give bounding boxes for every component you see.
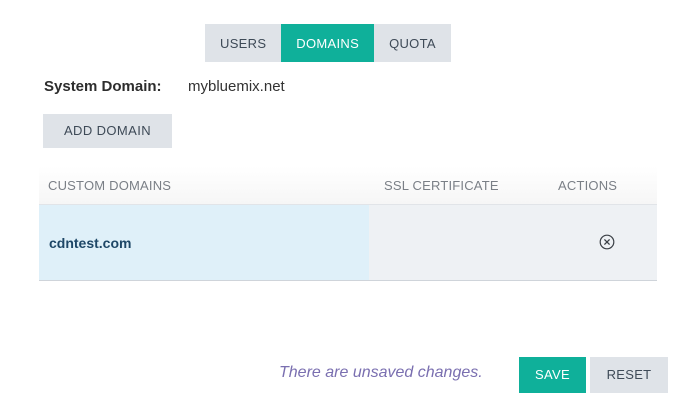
system-domain-label: System Domain:: [44, 78, 162, 95]
save-button[interactable]: SAVE: [519, 357, 586, 393]
tab-users[interactable]: USERS: [205, 24, 282, 62]
remove-circle-icon[interactable]: [599, 234, 615, 250]
tab-bar: USERS DOMAINS QUOTA: [205, 24, 451, 62]
add-domain-button[interactable]: ADD DOMAIN: [43, 114, 172, 148]
actions-cell: [544, 205, 657, 280]
system-domain-row: System Domain: mybluemix.net: [44, 78, 285, 95]
custom-domains-table: CUSTOM DOMAINS SSL CERTIFICATE ACTIONS c…: [39, 166, 657, 281]
column-header-custom-domains: CUSTOM DOMAINS: [48, 177, 172, 193]
tab-domains[interactable]: DOMAINS: [281, 24, 375, 62]
reset-button[interactable]: RESET: [590, 357, 668, 393]
table-row[interactable]: cdntest.com: [39, 205, 657, 281]
domain-name-cell[interactable]: cdntest.com: [39, 205, 369, 280]
table-header: CUSTOM DOMAINS SSL CERTIFICATE ACTIONS: [39, 166, 657, 205]
column-header-actions: ACTIONS: [558, 177, 618, 193]
ssl-certificate-cell: [368, 205, 545, 280]
unsaved-changes-message: There are unsaved changes.: [279, 364, 483, 381]
column-header-ssl-certificate: SSL CERTIFICATE: [384, 177, 499, 193]
tab-quota[interactable]: QUOTA: [374, 24, 451, 62]
system-domain-value: mybluemix.net: [188, 78, 285, 95]
domains-settings-page: USERS DOMAINS QUOTA System Domain: myblu…: [0, 0, 675, 401]
